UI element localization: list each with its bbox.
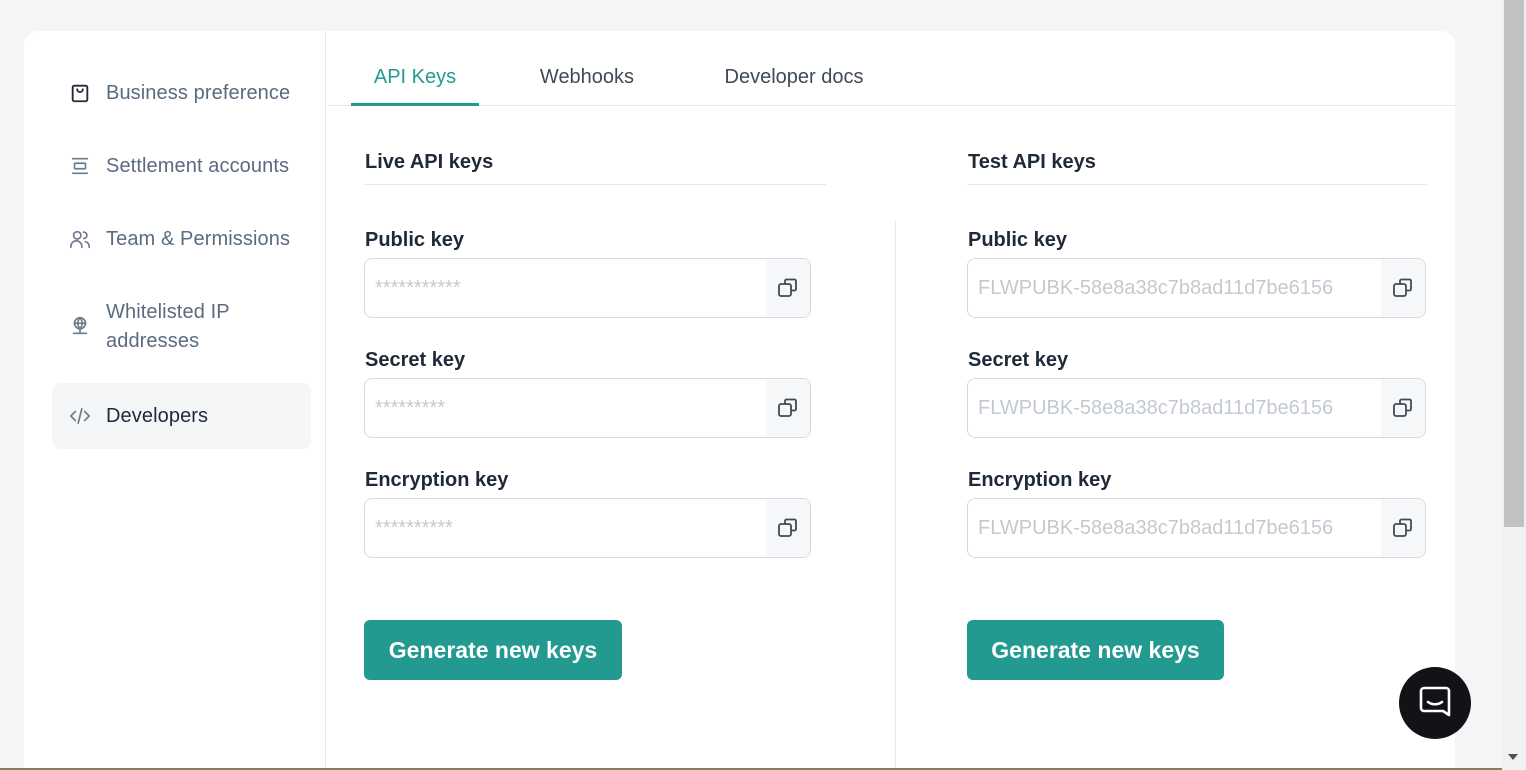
sidebar-item-developers[interactable]: Developers (52, 383, 311, 449)
sidebar-item-label: Business preference (106, 82, 291, 104)
live-secret-key-input[interactable] (365, 379, 766, 437)
generate-test-keys-button[interactable]: Generate new keys (967, 620, 1224, 680)
live-encryption-key-field (364, 498, 811, 558)
sidebar-item-whitelisted-ip[interactable]: Whitelisted IP addresses (52, 298, 311, 358)
copy-icon[interactable] (766, 379, 810, 437)
column-divider (895, 221, 896, 770)
test-public-key-input[interactable] (968, 259, 1381, 317)
test-encryption-key-label: Encryption key (968, 469, 1112, 491)
sidebar-item-team-permissions[interactable]: Team & Permissions (52, 225, 311, 257)
live-public-key-field (364, 258, 811, 318)
sidebar-item-label: Whitelisted IP addresses (106, 301, 230, 352)
divider (364, 184, 826, 185)
sidebar-item-label: Settlement accounts (106, 155, 290, 177)
test-keys-title: Test API keys (968, 151, 1096, 173)
sidebar-item-settlement-accounts[interactable]: Settlement accounts (52, 152, 311, 184)
code-icon (68, 404, 92, 428)
divider (967, 184, 1427, 185)
live-encryption-key-input[interactable] (365, 499, 766, 557)
test-encryption-key-field (967, 498, 1426, 558)
test-secret-key-label: Secret key (968, 349, 1069, 371)
shopping-bag-icon (68, 81, 92, 105)
test-secret-key-field (967, 378, 1426, 438)
chat-launcher-button[interactable] (1399, 667, 1471, 739)
scroll-down-arrow-icon[interactable] (1508, 754, 1518, 760)
copy-icon[interactable] (1381, 379, 1425, 437)
copy-icon[interactable] (1381, 259, 1425, 317)
generate-live-keys-button[interactable]: Generate new keys (364, 620, 622, 680)
live-secret-key-label: Secret key (365, 349, 466, 371)
live-public-key-label: Public key (365, 229, 464, 251)
live-keys-panel: Live API keys Public key Secret key Encr… (364, 31, 826, 770)
globe-network-icon (68, 314, 92, 338)
layers-icon (68, 154, 92, 178)
sidebar-item-label: Developers (106, 404, 209, 427)
test-secret-key-input[interactable] (968, 379, 1381, 437)
settings-card: Business preference Settlement accounts … (24, 31, 1455, 770)
live-keys-title: Live API keys (365, 151, 494, 173)
copy-icon[interactable] (766, 259, 810, 317)
users-icon (68, 227, 92, 251)
scrollbar-thumb[interactable] (1504, 0, 1524, 527)
test-encryption-key-input[interactable] (968, 499, 1381, 557)
settings-sidebar: Business preference Settlement accounts … (24, 31, 326, 770)
live-secret-key-field (364, 378, 811, 438)
copy-icon[interactable] (1381, 499, 1425, 557)
live-encryption-key-label: Encryption key (365, 469, 509, 491)
page-scrollbar[interactable] (1502, 0, 1526, 770)
chat-icon (1418, 684, 1452, 723)
test-keys-panel: Test API keys Public key Secret key Encr… (967, 31, 1427, 770)
sidebar-item-business-preference[interactable]: Business preference (52, 79, 311, 111)
sidebar-item-label: Team & Permissions (106, 228, 291, 250)
copy-icon[interactable] (766, 499, 810, 557)
live-public-key-input[interactable] (365, 259, 766, 317)
test-public-key-label: Public key (968, 229, 1067, 251)
test-public-key-field (967, 258, 1426, 318)
